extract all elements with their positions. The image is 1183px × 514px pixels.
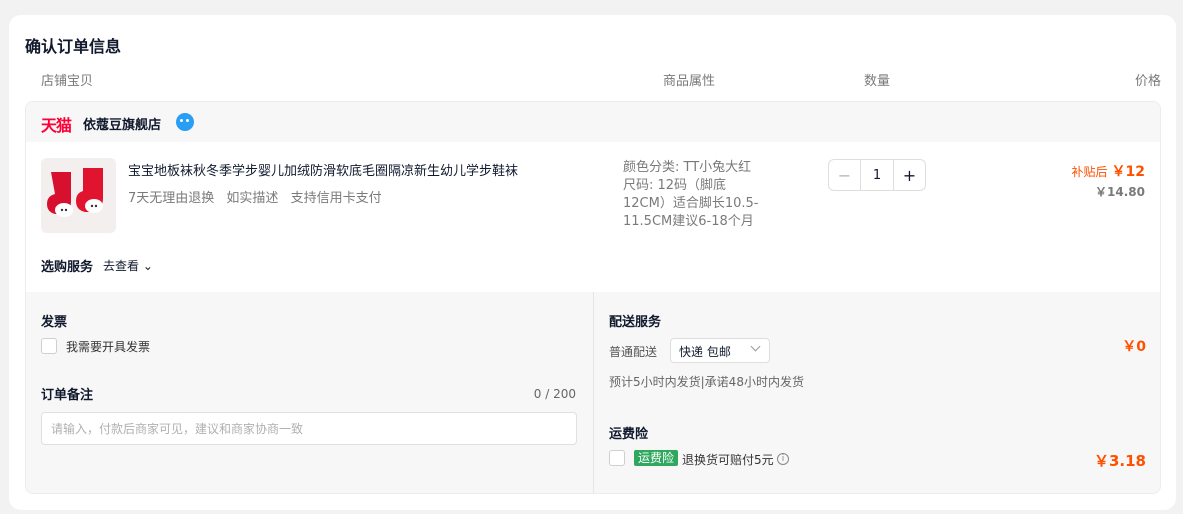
product-attributes: 颜色分类: TT小兔大红 尺码: 12码（脚底 12CM）适合脚长10.5- 1… [623, 159, 783, 231]
insurance-title: 运费险 [609, 427, 649, 442]
subsidy-price-row: 补贴后 ￥12 [1072, 161, 1146, 181]
chevron-down-icon [750, 341, 761, 352]
remark-title: 订单备注 [41, 388, 94, 403]
quantity-stepper: − 1 + [828, 159, 926, 191]
subsidy-label: 补贴后 [1071, 165, 1108, 179]
shop-name[interactable]: 依蔻豆旗舰店 [83, 114, 161, 133]
tag-described: 如实描述 [226, 191, 279, 206]
column-header-price: 价格 [1134, 74, 1161, 89]
insurance-fee: ￥3.18 [1093, 452, 1146, 470]
delivery-title: 配送服务 [609, 315, 662, 330]
insurance-desc: 退换货可赔付5元 [682, 453, 774, 467]
order-options-panel: 发票 我需要开具发票 订单备注 0 / 200 配送服务 普通配送 快递 包邮 … [26, 292, 1160, 493]
increase-button[interactable]: + [894, 160, 925, 190]
attr-line: 12CM）适合脚长10.5- [623, 196, 759, 211]
subsidy-price: ￥12 [1111, 164, 1145, 180]
quantity-value[interactable]: 1 [860, 160, 894, 190]
delivery-select-value: 快递 包邮 [679, 345, 731, 359]
delivery-note: 预计5小时内发货|承诺48小时内发货 [609, 375, 804, 389]
invoice-title: 发票 [41, 315, 68, 330]
service-label: 选购服务 [41, 260, 94, 275]
attr-line: 尺码: 12码（脚底 [623, 178, 727, 193]
delivery-select[interactable]: 快递 包邮 [670, 338, 770, 363]
page-title: 确认订单信息 [25, 37, 122, 56]
baby-socks-icon [41, 158, 116, 233]
insurance-badge: 运费险 [634, 450, 679, 466]
attr-line: 11.5CM建议6-18个月 [623, 214, 754, 229]
attr-line: 颜色分类: TT小兔大红 [623, 160, 752, 175]
delivery-type-label: 普通配送 [609, 345, 658, 359]
tmall-logo: 天猫 [41, 116, 72, 135]
service-view-link[interactable]: 去查看 ⌄ [103, 257, 153, 274]
info-icon[interactable]: i [777, 453, 789, 465]
original-price: ￥14.80 [1095, 185, 1145, 199]
tag-credit: 支持信用卡支付 [290, 191, 382, 206]
product-thumbnail[interactable] [41, 158, 116, 233]
invoice-checkbox[interactable] [41, 338, 57, 354]
panel-divider [593, 292, 594, 493]
delivery-fee: ￥0 [1122, 339, 1146, 355]
remark-input[interactable] [41, 412, 577, 445]
shop-header: 天猫 依蔻豆旗舰店 [26, 102, 1160, 142]
product-title[interactable]: 宝宝地板袜秋冬季学步婴儿加绒防滑软底毛圈隔凉新生幼儿学步鞋袜 [128, 160, 518, 179]
insurance-checkbox[interactable] [609, 450, 625, 466]
order-confirm-card: 确认订单信息 店铺宝贝 商品属性 数量 价格 天猫 依蔻豆旗舰店 宝宝地板袜秋冬… [9, 15, 1176, 510]
column-header-store: 店铺宝贝 [41, 74, 94, 89]
decrease-button[interactable]: − [829, 160, 860, 190]
column-header-attributes: 商品属性 [663, 74, 716, 89]
column-header-quantity: 数量 [864, 74, 891, 89]
chat-icon[interactable] [176, 113, 194, 131]
invoice-checkbox-label[interactable]: 我需要开具发票 [66, 338, 150, 355]
product-tags: 7天无理由退换 如实描述 支持信用卡支付 [128, 187, 390, 206]
tag-return: 7天无理由退换 [128, 191, 215, 206]
remark-counter: 0 / 200 [533, 387, 576, 401]
shop-order-box: 天猫 依蔻豆旗舰店 宝宝地板袜秋冬季学步婴儿加绒防滑软底毛圈隔凉新生幼儿学步鞋袜… [25, 101, 1161, 494]
